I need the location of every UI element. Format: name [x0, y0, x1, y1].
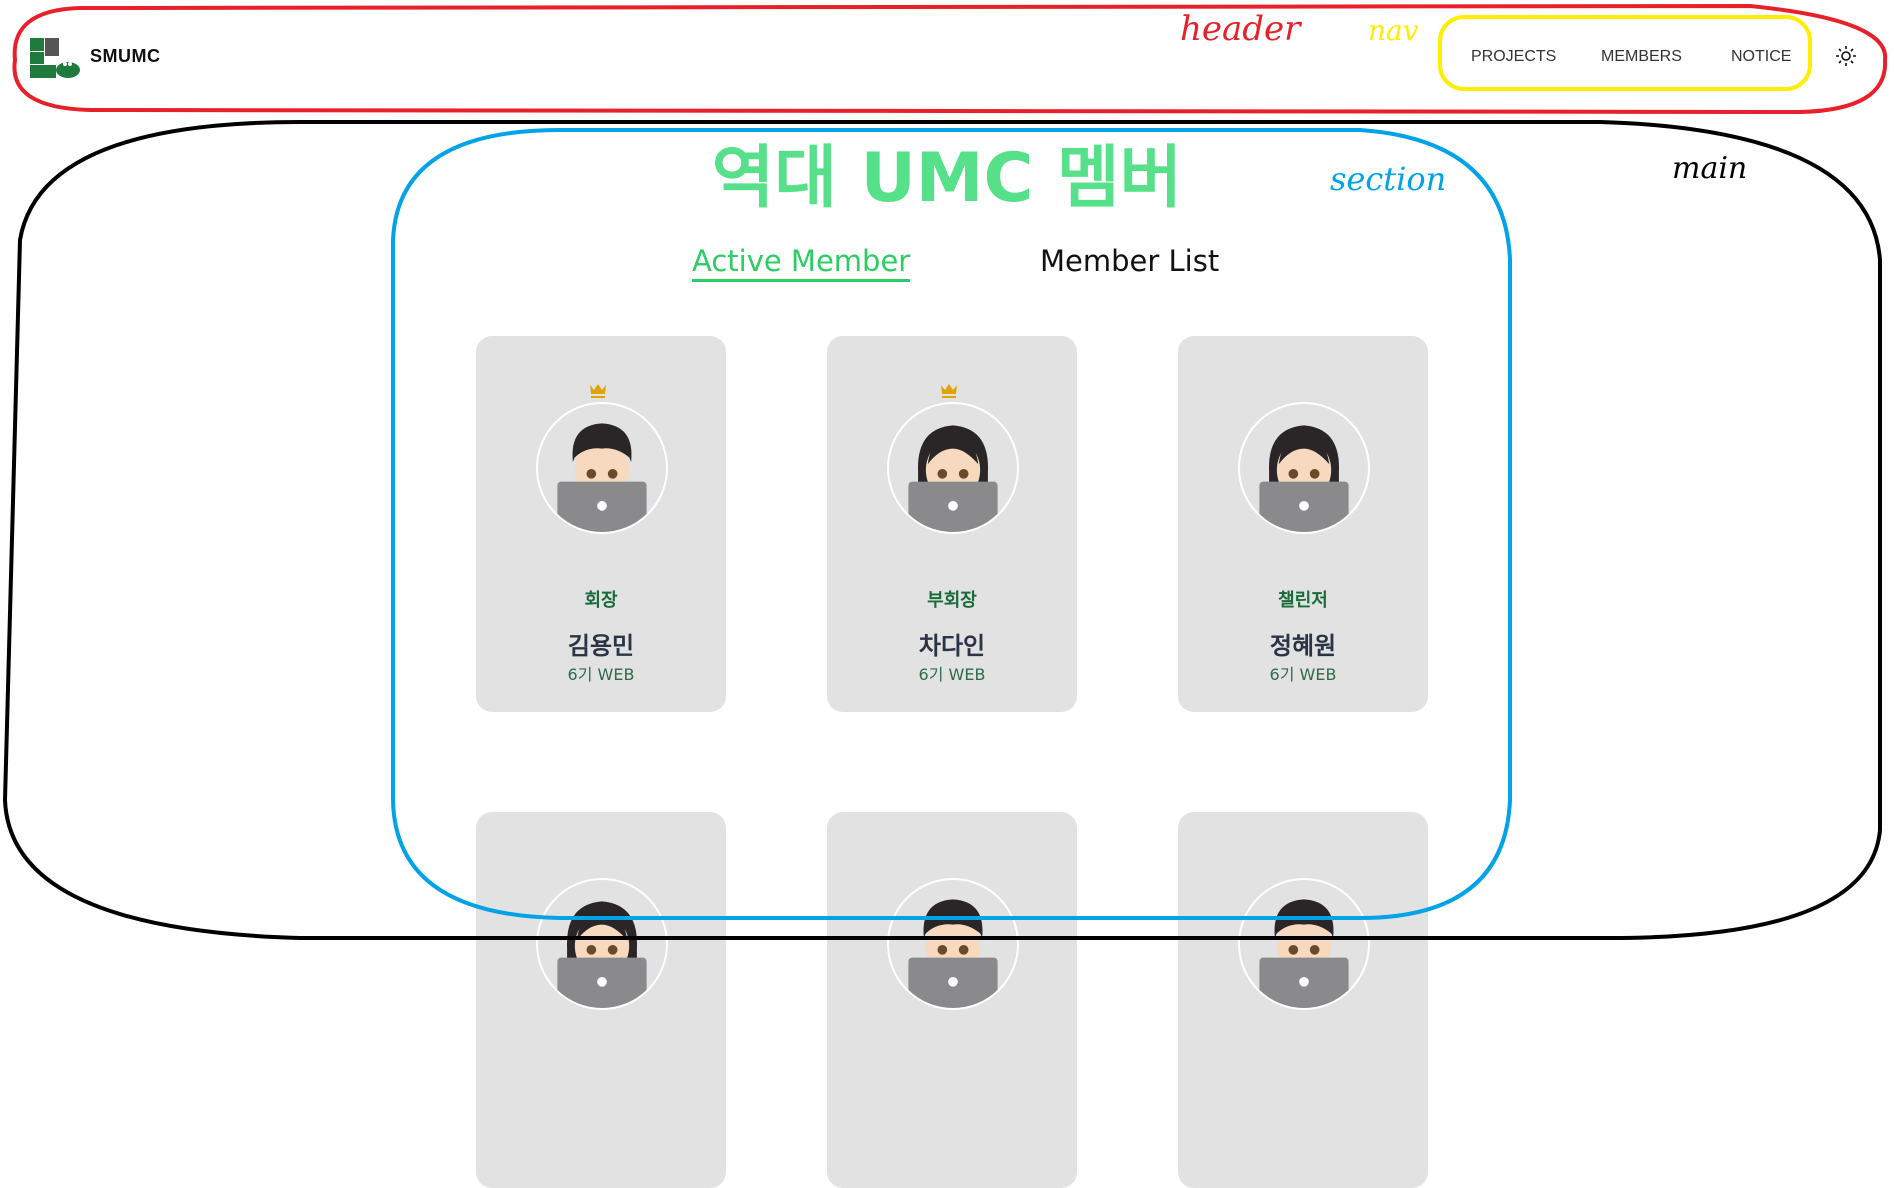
- tab-active-member[interactable]: Active Member: [692, 244, 911, 282]
- member-name: 차다인: [918, 632, 986, 660]
- member-role: 챌린저: [1278, 590, 1328, 611]
- smumc-logo[interactable]: [30, 38, 82, 78]
- nav-members[interactable]: MEMBERS: [1601, 48, 1682, 66]
- member-avatar: [887, 402, 1019, 534]
- member-role: 부회장: [927, 590, 977, 611]
- member-card[interactable]: [476, 812, 726, 1188]
- member-role: 회장: [584, 590, 618, 611]
- member-generation: 6기 WEB: [567, 665, 635, 684]
- member-avatar: [1238, 878, 1370, 1010]
- sun-icon[interactable]: [1835, 45, 1857, 67]
- crown-icon: [590, 384, 606, 398]
- page-title: 역대 UMC 멤버: [711, 139, 1183, 218]
- nav-projects[interactable]: PROJECTS: [1471, 48, 1556, 66]
- member-avatar: [536, 878, 668, 1010]
- member-name: 김용민: [567, 632, 635, 660]
- member-avatar: [1238, 402, 1370, 534]
- nav-notice[interactable]: NOTICE: [1731, 48, 1791, 66]
- member-name: 정혜원: [1269, 632, 1337, 660]
- member-card[interactable]: [1178, 812, 1428, 1188]
- member-generation: 6기 WEB: [918, 665, 986, 684]
- header: SMUMC PROJECTS MEMBERS NOTICE: [0, 0, 1894, 115]
- crown-icon: [941, 384, 957, 398]
- member-avatar: [887, 878, 1019, 1010]
- member-card[interactable]: 회장 김용민 6기 WEB: [476, 336, 726, 712]
- brand-name[interactable]: SMUMC: [90, 46, 161, 67]
- member-card[interactable]: 부회장 차다인 6기 WEB: [827, 336, 1077, 712]
- member-avatar: [536, 402, 668, 534]
- tab-member-list[interactable]: Member List: [1040, 244, 1219, 278]
- member-generation: 6기 WEB: [1269, 665, 1337, 684]
- member-card[interactable]: 챌린저 정혜원 6기 WEB: [1178, 336, 1428, 712]
- member-card[interactable]: [827, 812, 1077, 1188]
